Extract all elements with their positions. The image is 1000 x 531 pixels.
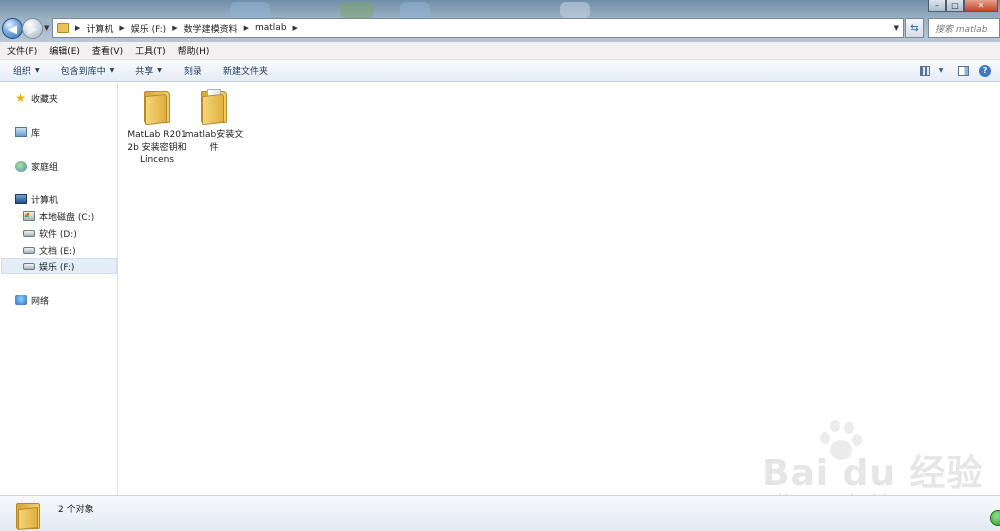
- chevron-down-icon: ▼: [157, 67, 162, 74]
- nav-favorites-label: 收藏夹: [31, 94, 59, 105]
- recent-pages-dropdown-icon[interactable]: ▼: [44, 24, 49, 32]
- menu-bar: 文件(F) 编辑(E) 查看(V) 工具(T) 帮助(H): [0, 42, 1000, 60]
- breadcrumb-separator-icon[interactable]: ▶: [244, 24, 249, 32]
- minimize-button[interactable]: –: [928, 0, 946, 12]
- folder-item[interactable]: matlab安装文件: [184, 89, 244, 154]
- maximize-button[interactable]: □: [946, 0, 964, 12]
- nav-computer-label: 计算机: [31, 195, 59, 206]
- nav-homegroup[interactable]: 家庭组: [0, 158, 58, 174]
- breadcrumb-separator-icon[interactable]: ▶: [75, 24, 80, 32]
- chevron-down-icon: ▼: [109, 67, 115, 74]
- nav-network[interactable]: 网络: [0, 292, 49, 308]
- search-input[interactable]: 搜索 matlab: [928, 18, 1000, 38]
- star-icon: ★: [15, 91, 26, 105]
- breadcrumb-computer[interactable]: 计算机: [86, 22, 113, 35]
- computer-icon: [14, 193, 27, 205]
- folder-name: MatLab R2012b 安装密钥和Lincens: [127, 130, 187, 165]
- nav-libraries-label: 库: [31, 128, 41, 139]
- breadcrumb-separator-icon[interactable]: ▶: [172, 24, 177, 32]
- search-placeholder: 搜索 matlab: [935, 24, 988, 35]
- nav-drive-c-label: 本地磁盘 (C:): [39, 212, 95, 223]
- watermark-brand: Bai du 经验: [762, 453, 984, 494]
- share-button[interactable]: 共享 ▼: [135, 64, 162, 77]
- share-label: 共享: [135, 67, 154, 77]
- folder-with-documents-icon: [199, 89, 229, 126]
- nav-drive-e-label: 文档 (E:): [39, 246, 76, 257]
- background-glass-decoration: [230, 2, 270, 18]
- navigation-pane: ★ 收藏夹 库 家庭组 计算机 本地磁盘 (C:) 软件 (D:) 文档 (E:…: [0, 83, 118, 495]
- nav-drive-d[interactable]: 软件 (D:): [22, 225, 77, 241]
- drive-icon: [22, 244, 35, 256]
- nav-drive-d-label: 软件 (D:): [39, 229, 77, 240]
- back-arrow-icon: ◀: [7, 21, 18, 36]
- menu-view[interactable]: 查看(V): [92, 44, 123, 57]
- nav-libraries[interactable]: 库: [0, 124, 40, 140]
- organize-label: 组织: [13, 67, 32, 77]
- back-button[interactable]: ◀: [2, 18, 23, 39]
- background-glass-decoration: [400, 2, 430, 18]
- nav-drive-f-label: 娱乐 (F:): [39, 262, 75, 273]
- breadcrumb-separator-icon[interactable]: ▶: [293, 24, 298, 32]
- forward-arrow-icon: ▶: [27, 21, 38, 36]
- close-button[interactable]: ✕: [964, 0, 998, 12]
- command-bar: 组织 ▼ 包含到库中 ▼ 共享 ▼ 刻录 新建文件夹 ▼ ?: [0, 60, 1000, 82]
- title-bar: ◀ ▶ ▼ ▶ 计算机 ▶ 娱乐 (F:) ▶ 数学建模资料 ▶ matlab …: [0, 0, 1000, 42]
- chevron-down-icon: ▼: [35, 67, 40, 74]
- forward-button[interactable]: ▶: [22, 18, 43, 39]
- item-count: 2 个对象: [58, 505, 94, 515]
- drive-icon: [22, 260, 35, 272]
- nav-network-label: 网络: [31, 296, 50, 307]
- view-controls: ▼ ?: [910, 64, 992, 77]
- nav-favorites[interactable]: ★ 收藏夹: [0, 90, 58, 106]
- folder-item[interactable]: MatLab R2012b 安装密钥和Lincens: [127, 89, 187, 167]
- breadcrumb-matlab[interactable]: matlab: [255, 23, 287, 33]
- address-dropdown-icon[interactable]: ▼: [894, 24, 899, 32]
- new-folder-label: 新建文件夹: [222, 67, 268, 77]
- address-bar[interactable]: ▶ 计算机 ▶ 娱乐 (F:) ▶ 数学建模资料 ▶ matlab ▶ ▼: [52, 18, 904, 38]
- include-in-library-button[interactable]: 包含到库中 ▼: [61, 64, 115, 77]
- drive-icon: [22, 227, 35, 239]
- include-in-library-label: 包含到库中: [60, 67, 106, 77]
- burn-button[interactable]: 刻录: [184, 64, 202, 77]
- folder-icon: [57, 23, 69, 33]
- view-options-dropdown-icon[interactable]: ▼: [934, 64, 948, 77]
- preview-pane-icon: [957, 65, 969, 76]
- nav-homegroup-label: 家庭组: [31, 162, 59, 173]
- status-bar: 2 个对象: [0, 495, 1000, 531]
- help-button[interactable]: ?: [978, 64, 992, 77]
- new-folder-button[interactable]: 新建文件夹: [223, 64, 268, 77]
- background-glass-decoration: [560, 2, 590, 18]
- breadcrumb-drive-f[interactable]: 娱乐 (F:): [131, 22, 166, 35]
- breadcrumb-separator-icon[interactable]: ▶: [119, 24, 124, 32]
- nav-drive-c[interactable]: 本地磁盘 (C:): [22, 208, 94, 224]
- network-icon: [14, 294, 27, 306]
- status-badge-icon: [990, 510, 1000, 526]
- breadcrumb-math-modeling[interactable]: 数学建模资料: [184, 22, 238, 35]
- background-glass-decoration: [340, 2, 374, 18]
- help-icon: ?: [979, 64, 991, 77]
- menu-help[interactable]: 帮助(H): [178, 44, 210, 57]
- menu-edit[interactable]: 编辑(E): [49, 44, 80, 57]
- change-view-button[interactable]: [918, 64, 932, 77]
- folder-name: matlab安装文件: [184, 130, 244, 153]
- homegroup-icon: [14, 160, 27, 172]
- nav-drive-e[interactable]: 文档 (E:): [22, 242, 76, 258]
- library-icon: [14, 126, 27, 138]
- organize-button[interactable]: 组织 ▼: [13, 64, 40, 77]
- refresh-icon: ⇆: [910, 22, 919, 34]
- system-drive-icon: [22, 210, 35, 222]
- menu-file[interactable]: 文件(F): [7, 44, 37, 57]
- views-icon: [920, 65, 930, 76]
- burn-label: 刻录: [183, 67, 202, 77]
- folder-icon: [142, 89, 172, 126]
- preview-pane-button[interactable]: [956, 64, 970, 77]
- refresh-button[interactable]: ⇆: [905, 18, 924, 38]
- folder-icon: [16, 501, 42, 531]
- menu-tools[interactable]: 工具(T): [135, 44, 166, 57]
- window-controls: – □ ✕: [928, 0, 998, 12]
- nav-drive-f[interactable]: 娱乐 (F:): [1, 258, 117, 274]
- nav-computer[interactable]: 计算机: [0, 191, 58, 207]
